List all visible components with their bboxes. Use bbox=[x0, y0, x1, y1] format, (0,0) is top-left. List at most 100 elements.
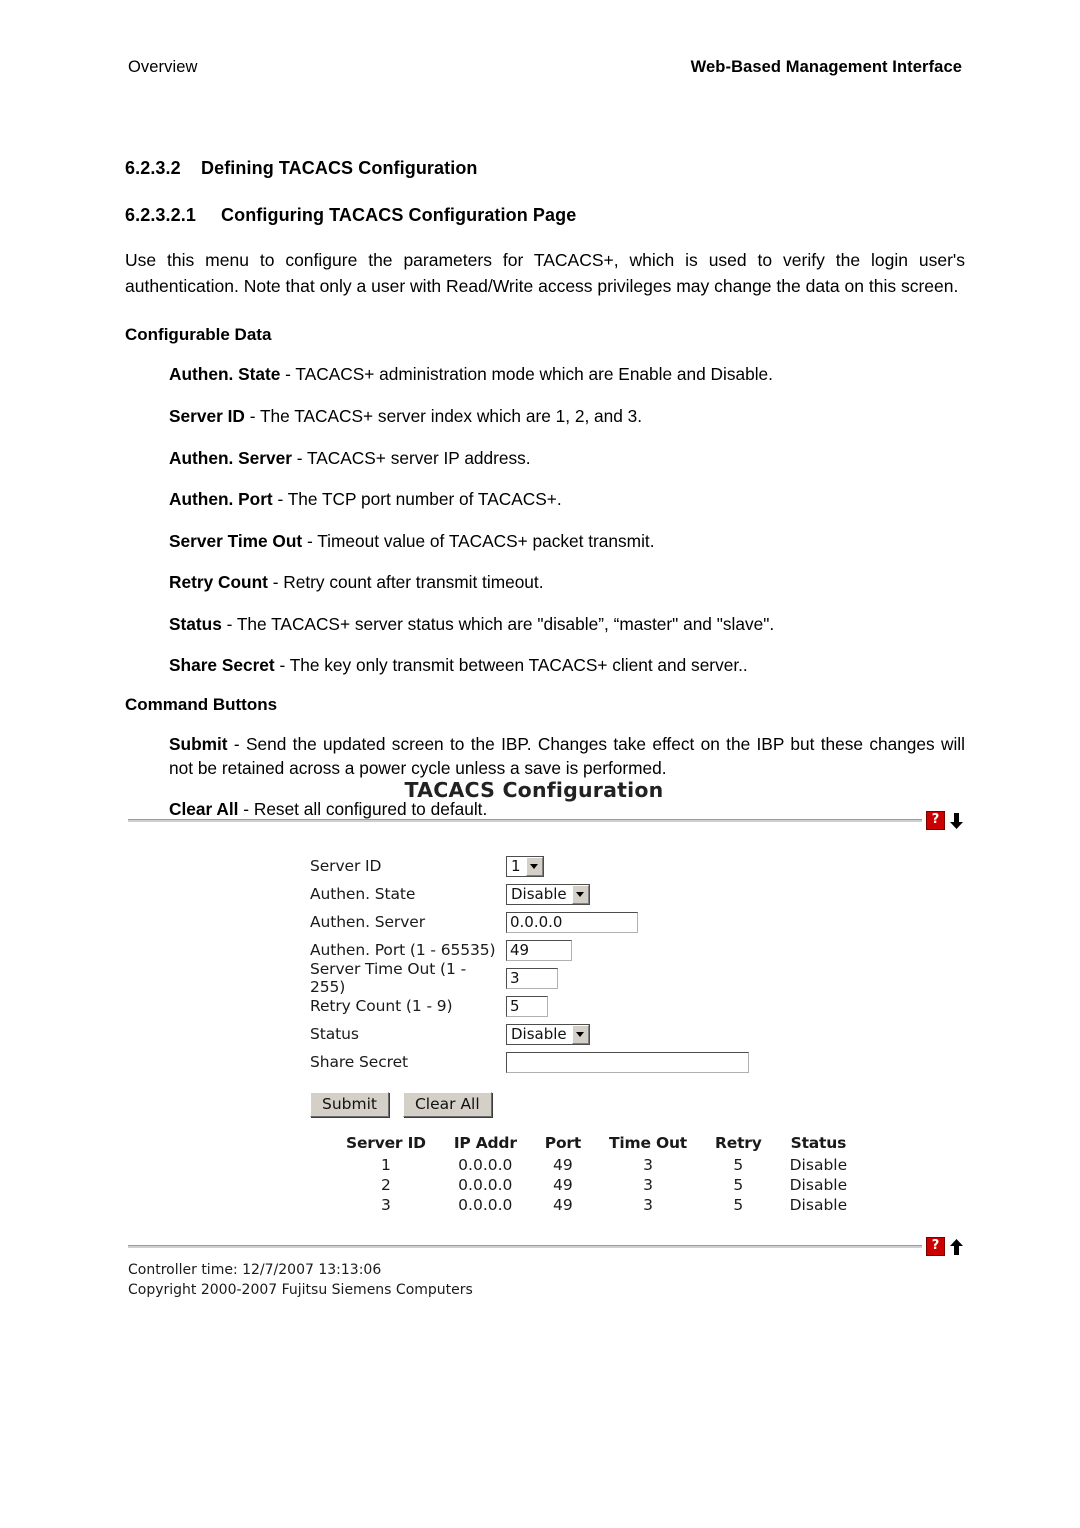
configurable-data-heading: Configurable Data bbox=[125, 325, 272, 345]
cell-server-id: 3 bbox=[380, 1196, 391, 1214]
definition-term: Authen. Port bbox=[169, 489, 273, 510]
cell-retry: 5 bbox=[733, 1176, 744, 1194]
form-row-server-time-out: Server Time Out (1 - 255) 3 bbox=[310, 960, 964, 996]
cell-time-out: 3 bbox=[643, 1176, 653, 1194]
clear-all-button[interactable]: Clear All bbox=[402, 1092, 492, 1117]
table-header-row: Server ID IP Addr Port Time Out Retry St… bbox=[332, 1134, 861, 1155]
status-select[interactable]: Disable bbox=[506, 1023, 590, 1045]
screenshot-footer: Controller time: 12/7/2007 13:13:06 Copy… bbox=[128, 1261, 964, 1301]
form-row-retry-count: Retry Count (1 - 9) 5 bbox=[310, 992, 964, 1020]
definition-term: Share Secret bbox=[169, 655, 275, 676]
running-head: Overview Web-Based Management Interface bbox=[128, 58, 962, 77]
cell-time-out: 3 bbox=[643, 1196, 653, 1214]
column-header-port: Port bbox=[544, 1134, 582, 1152]
authen-port-input[interactable]: 49 bbox=[506, 939, 572, 961]
cell-status: Disable bbox=[789, 1156, 848, 1174]
server-time-out-label: Server Time Out (1 - 255) bbox=[310, 960, 467, 996]
subsection-number: 6.2.3.2.1 bbox=[125, 205, 196, 225]
definition-desc: - The TCP port number of TACACS+. bbox=[272, 489, 562, 510]
chevron-down-icon[interactable] bbox=[571, 1024, 589, 1044]
cell-server-id: 1 bbox=[380, 1156, 391, 1174]
controller-time: Controller time: 12/7/2007 13:13:06 bbox=[128, 1262, 382, 1278]
server-id-label: Server ID bbox=[310, 857, 382, 875]
status-label: Status bbox=[310, 1025, 359, 1043]
column-header-ip-addr: IP Addr bbox=[453, 1134, 517, 1152]
definition-desc: - Send the updated screen to the IBP. Ch… bbox=[169, 733, 965, 779]
server-id-value: 1 bbox=[511, 856, 521, 875]
list-item: Authen. Server - TACACS+ server IP addre… bbox=[169, 446, 965, 471]
status-value: Disable bbox=[511, 1024, 567, 1043]
cell-server-id: 2 bbox=[380, 1176, 391, 1194]
cell-status: Disable bbox=[789, 1196, 848, 1214]
column-header-status: Status bbox=[790, 1134, 847, 1152]
list-item: Submit - Send the updated screen to the … bbox=[169, 732, 965, 781]
section-title: Defining TACACS Configuration bbox=[201, 158, 478, 178]
definition-desc: - TACACS+ administration mode which are … bbox=[280, 364, 773, 385]
bottom-rule-row: ? bbox=[128, 1237, 964, 1256]
cell-port: 49 bbox=[553, 1176, 573, 1194]
tacacs-config-form: Server ID 1 Authen. State Disable Authen… bbox=[128, 852, 964, 1076]
definition-term: Submit bbox=[169, 733, 228, 754]
chevron-down-icon[interactable] bbox=[525, 856, 543, 876]
list-item: Status - The TACACS+ server status which… bbox=[169, 612, 965, 637]
authen-state-label: Authen. State bbox=[310, 885, 416, 903]
cell-status: Disable bbox=[789, 1176, 848, 1194]
definition-desc: - The TACACS+ server index which are 1, … bbox=[244, 405, 643, 426]
cell-ip-addr: 0.0.0.0 bbox=[458, 1196, 513, 1214]
page-title: TACACS Configuration bbox=[404, 778, 664, 802]
list-item: Authen. State - TACACS+ administration m… bbox=[169, 362, 965, 387]
definition-term: Server ID bbox=[169, 405, 245, 426]
cell-port: 49 bbox=[553, 1196, 573, 1214]
form-row-authen-server: Authen. Server 0.0.0.0 bbox=[310, 908, 964, 936]
section-heading: 6.2.3.2 Defining TACACS Configuration bbox=[125, 158, 965, 179]
retry-count-label: Retry Count (1 - 9) bbox=[310, 997, 453, 1015]
divider bbox=[128, 819, 922, 822]
definition-term: Status bbox=[169, 613, 222, 634]
share-secret-label: Share Secret bbox=[310, 1053, 408, 1071]
intro-paragraph: Use this menu to configure the parameter… bbox=[125, 250, 965, 296]
definition-desc: - TACACS+ server IP address. bbox=[291, 447, 531, 468]
authen-state-value: Disable bbox=[511, 884, 567, 903]
column-header-retry: Retry bbox=[715, 1134, 762, 1152]
subsection-title: Configuring TACACS Configuration Page bbox=[221, 205, 577, 225]
help-icon[interactable]: ? bbox=[926, 1237, 945, 1256]
authen-state-select[interactable]: Disable bbox=[506, 883, 590, 905]
arrow-up-icon[interactable] bbox=[949, 1238, 964, 1256]
table-row: 1 0.0.0.0 49 3 5 Disable bbox=[332, 1155, 861, 1175]
retry-count-input[interactable]: 5 bbox=[506, 995, 548, 1017]
authen-port-label: Authen. Port (1 - 65535) bbox=[310, 941, 496, 959]
definition-desc: - The TACACS+ server status which are "d… bbox=[221, 613, 775, 634]
definition-term: Retry Count bbox=[169, 572, 268, 593]
help-icon[interactable]: ? bbox=[926, 811, 945, 830]
embedded-screenshot: TACACS Configuration ? Server ID 1 Authe… bbox=[128, 778, 964, 1301]
form-row-authen-state: Authen. State Disable bbox=[310, 880, 964, 908]
tacacs-server-table: Server ID IP Addr Port Time Out Retry St… bbox=[332, 1134, 861, 1215]
cell-retry: 5 bbox=[733, 1156, 744, 1174]
cell-retry: 5 bbox=[733, 1196, 744, 1214]
form-row-server-id: Server ID 1 bbox=[310, 852, 964, 880]
definition-desc: - The key only transmit between TACACS+ … bbox=[274, 655, 748, 676]
command-button-row: Submit Clear All bbox=[128, 1092, 964, 1117]
submit-button[interactable]: Submit bbox=[310, 1092, 389, 1117]
list-item: Server ID - The TACACS+ server index whi… bbox=[169, 404, 965, 429]
definition-desc: - Retry count after transmit timeout. bbox=[267, 572, 544, 593]
authen-server-label: Authen. Server bbox=[310, 913, 425, 931]
authen-server-input[interactable]: 0.0.0.0 bbox=[506, 911, 638, 933]
cell-time-out: 3 bbox=[643, 1156, 653, 1174]
server-id-select[interactable]: 1 bbox=[506, 855, 544, 877]
column-header-server-id: Server ID bbox=[346, 1134, 426, 1152]
list-item: Server Time Out - Timeout value of TACAC… bbox=[169, 529, 965, 554]
chevron-down-icon[interactable] bbox=[571, 884, 589, 904]
cell-ip-addr: 0.0.0.0 bbox=[458, 1176, 513, 1194]
server-time-out-input[interactable]: 3 bbox=[506, 967, 558, 989]
share-secret-input[interactable] bbox=[506, 1051, 749, 1073]
column-header-time-out: Time Out bbox=[609, 1134, 688, 1152]
definition-term: Server Time Out bbox=[169, 530, 303, 551]
form-row-share-secret: Share Secret bbox=[310, 1048, 964, 1076]
arrow-down-icon[interactable] bbox=[949, 812, 964, 830]
subsection-heading: 6.2.3.2.1 Configuring TACACS Configuratio… bbox=[125, 205, 965, 226]
table-row: 3 0.0.0.0 49 3 5 Disable bbox=[332, 1195, 861, 1215]
definition-desc: - Timeout value of TACACS+ packet transm… bbox=[302, 530, 655, 551]
list-item: Authen. Port - The TCP port number of TA… bbox=[169, 487, 965, 512]
form-row-status: Status Disable bbox=[310, 1020, 964, 1048]
